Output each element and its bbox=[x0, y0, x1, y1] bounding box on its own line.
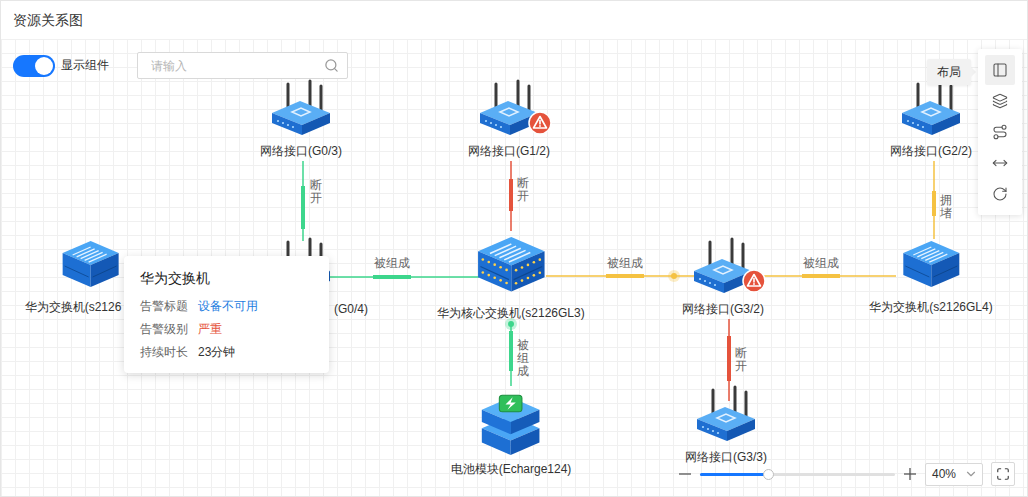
alert-icon bbox=[528, 111, 552, 135]
graph-node[interactable]: 网络接口(G2/2) bbox=[890, 79, 972, 159]
node-icon-box bbox=[473, 225, 549, 301]
node-label: 华为交换机(s2126GL4) bbox=[869, 299, 992, 315]
router-icon bbox=[691, 385, 761, 445]
search-box[interactable] bbox=[137, 52, 348, 79]
tooltip-row: 持续时长 23分钟 bbox=[140, 343, 313, 361]
graph-toolbar: 显示组件 bbox=[13, 52, 348, 79]
search-icon[interactable] bbox=[324, 58, 339, 73]
fullscreen-icon bbox=[996, 467, 1010, 481]
chevron-down-icon bbox=[964, 467, 978, 481]
zoom-in-icon[interactable] bbox=[903, 467, 917, 481]
edge[interactable] bbox=[759, 276, 896, 277]
edge-label: 被组成 bbox=[517, 339, 529, 379]
edge-label: 被组成 bbox=[374, 255, 410, 271]
refresh-icon bbox=[992, 186, 1008, 202]
core-switch-icon bbox=[473, 225, 549, 301]
tool-button[interactable] bbox=[985, 117, 1015, 147]
node-icon-box bbox=[266, 79, 336, 139]
graph-node[interactable]: 华为交换机(s2126GL4) bbox=[869, 231, 992, 315]
zoom-slider-fill bbox=[700, 473, 768, 476]
graph-canvas[interactable]: 断开断开拥堵被组成被组成被组成被组成断开网络接口(G0/3)网络接口(G1/2)… bbox=[1, 39, 1027, 496]
graph-node[interactable]: 网络接口(G1/2) bbox=[468, 79, 550, 159]
layout-icon bbox=[992, 62, 1008, 78]
tool-button[interactable] bbox=[985, 148, 1015, 178]
zoom-bar: 40% bbox=[678, 462, 1015, 486]
tool-button[interactable] bbox=[985, 179, 1015, 209]
node-icon-box bbox=[59, 231, 123, 295]
tooltip-title: 华为交换机 bbox=[140, 268, 313, 288]
resource-graph-card: 资源关系图断开断开拥堵被组成被组成被组成被组成断开网络接口(G0/3)网络接口(… bbox=[0, 0, 1028, 497]
graph-node[interactable]: 电池模块(Echarge124) bbox=[451, 385, 572, 477]
graph-node[interactable]: 华为核心交换机(s2126GL3) bbox=[437, 225, 584, 321]
switch-icon bbox=[899, 231, 963, 295]
node-label: 网络接口(G1/2) bbox=[468, 143, 550, 159]
tooltip-value: 23分钟 bbox=[198, 343, 235, 361]
node-icon-box bbox=[478, 385, 544, 457]
tool-tooltip: 布局 bbox=[927, 59, 971, 85]
tooltip-row: 告警级别严重 bbox=[140, 320, 313, 338]
zoom-slider-thumb[interactable] bbox=[763, 469, 774, 480]
node-label: (G0/4) bbox=[334, 301, 368, 317]
edge-label: 拥堵 bbox=[940, 194, 952, 220]
card-title: 资源关系图 bbox=[1, 1, 1027, 39]
edge[interactable] bbox=[505, 318, 517, 386]
tool-button[interactable] bbox=[985, 86, 1015, 116]
node-label: 网络接口(G3/3) bbox=[685, 449, 767, 465]
alarm-tooltip: 华为交换机告警标题设备不可用告警级别严重持续时长23分钟 bbox=[124, 256, 329, 373]
route-icon bbox=[992, 124, 1008, 140]
edge-label: 被组成 bbox=[803, 255, 839, 271]
distance-icon bbox=[992, 155, 1008, 171]
graph-node[interactable]: 网络接口(G3/3) bbox=[685, 385, 767, 465]
alert-icon bbox=[742, 269, 766, 293]
fullscreen-button[interactable] bbox=[991, 462, 1015, 486]
edge-label: 断开 bbox=[735, 347, 747, 373]
battery-module-icon bbox=[478, 385, 544, 457]
edge-label: 断开 bbox=[310, 179, 322, 205]
tooltip-key: 告警级别 bbox=[140, 320, 188, 338]
edge[interactable] bbox=[303, 161, 304, 241]
toggle-label: 显示组件 bbox=[61, 57, 109, 74]
switch-icon bbox=[59, 231, 123, 295]
edge-label: 断开 bbox=[517, 177, 529, 203]
node-icon-box bbox=[691, 385, 761, 445]
edge[interactable] bbox=[329, 277, 479, 278]
show-components-toggle[interactable]: 显示组件 bbox=[13, 55, 109, 77]
node-label: 华为交换机(s2126 bbox=[25, 299, 122, 315]
edge[interactable] bbox=[511, 161, 512, 231]
search-input[interactable] bbox=[149, 58, 318, 74]
zoom-value: 40% bbox=[932, 467, 956, 481]
tooltip-key: 持续时长 bbox=[140, 343, 188, 361]
node-icon-box bbox=[899, 231, 963, 295]
edge-label: 被组成 bbox=[607, 255, 643, 271]
node-label: 网络接口(G0/3) bbox=[260, 143, 342, 159]
tool-button[interactable] bbox=[985, 55, 1015, 85]
side-toolbar bbox=[978, 49, 1022, 215]
graph-node[interactable]: 网络接口(G3/2) bbox=[682, 237, 764, 317]
node-label: 电池模块(Echarge124) bbox=[451, 461, 572, 477]
tooltip-row: 告警标题设备不可用 bbox=[140, 297, 313, 315]
edge[interactable] bbox=[729, 319, 730, 401]
node-label: 网络接口(G2/2) bbox=[890, 143, 972, 159]
node-icon-box bbox=[474, 79, 544, 139]
layers-icon bbox=[992, 93, 1008, 109]
node-label: 网络接口(G3/2) bbox=[682, 301, 764, 317]
zoom-slider[interactable] bbox=[700, 473, 895, 476]
node-icon-box bbox=[896, 79, 966, 139]
zoom-select[interactable]: 40% bbox=[925, 463, 983, 486]
zoom-out-icon[interactable] bbox=[678, 467, 692, 481]
tooltip-value: 严重 bbox=[198, 320, 222, 338]
tooltip-key: 告警标题 bbox=[140, 297, 188, 315]
router-icon bbox=[896, 79, 966, 139]
toggle-switch[interactable] bbox=[13, 55, 55, 77]
tooltip-value: 设备不可用 bbox=[198, 297, 258, 315]
graph-node[interactable]: 网络接口(G0/3) bbox=[260, 79, 342, 159]
node-label: 华为核心交换机(s2126GL3) bbox=[437, 305, 584, 321]
node-icon-box bbox=[688, 237, 758, 297]
edge[interactable] bbox=[934, 161, 935, 239]
edge[interactable] bbox=[546, 270, 696, 282]
toggle-knob bbox=[35, 57, 53, 75]
router-icon bbox=[266, 79, 336, 139]
